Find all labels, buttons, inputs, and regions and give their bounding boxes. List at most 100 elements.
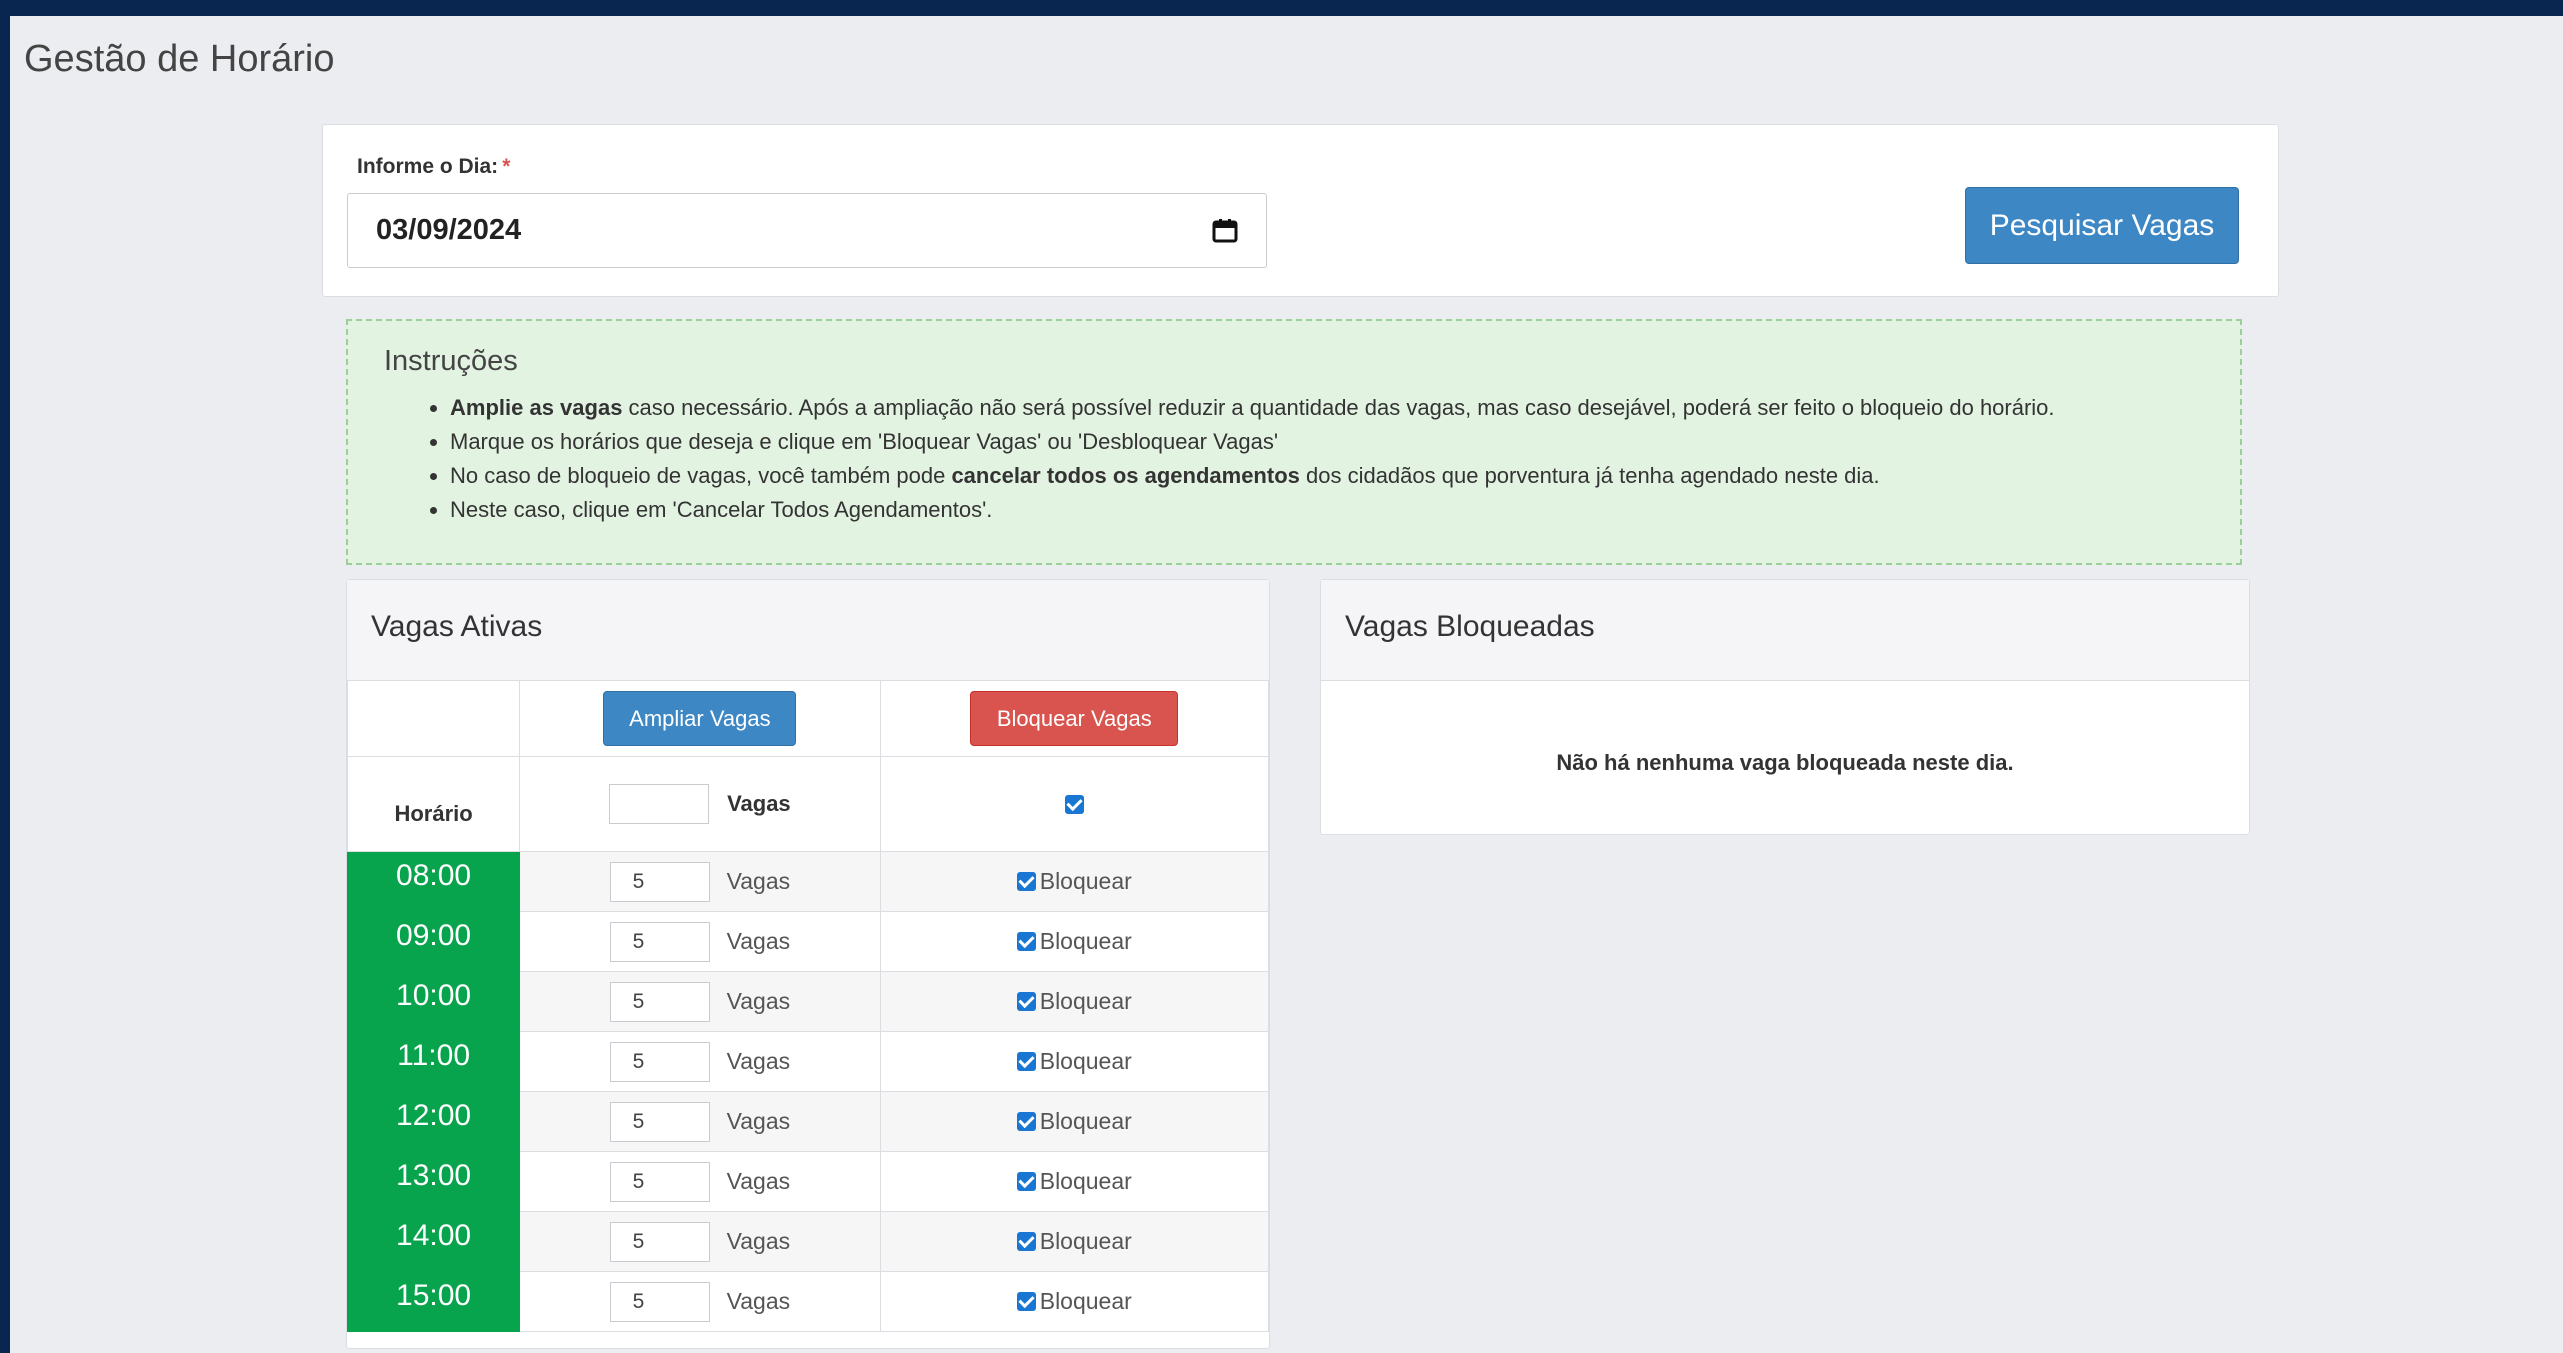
bloquear-checkbox[interactable]	[1016, 1052, 1036, 1071]
vagas-cell: 5 Vagas	[519, 1151, 881, 1212]
bloquear-label: Bloquear	[1039, 988, 1132, 1014]
date-value: 03/09/2024	[376, 214, 522, 246]
vagas-input[interactable]: 5	[609, 1221, 710, 1262]
block-cell: Bloquear	[879, 971, 1270, 1032]
vagas-label: Vagas	[726, 1168, 791, 1194]
vagas-table: Ampliar Vagas Bloquear Vagas Horário Vag…	[346, 680, 1270, 1332]
vagas-label: Vagas	[726, 1108, 791, 1134]
bloquear-checkbox[interactable]	[1016, 992, 1036, 1011]
table-row: 15:00 5 Vagas Bloquear	[346, 1271, 1270, 1332]
block-cell: Bloquear	[879, 1091, 1270, 1152]
instructions-title: Instruções	[384, 345, 518, 377]
time-label: 09:00	[396, 919, 472, 952]
block-cell: Bloquear	[879, 1271, 1270, 1332]
time-label: 14:00	[396, 1219, 472, 1252]
vagas-cell: 5 Vagas	[519, 971, 881, 1032]
table-row: 08:00 5 Vagas Bloquear	[346, 851, 1270, 912]
vagas-input[interactable]: 5	[609, 1101, 710, 1142]
vagas-cell: 5 Vagas	[519, 1271, 881, 1332]
search-vagas-button[interactable]: Pesquisar Vagas	[1965, 187, 2239, 264]
bloquear-checkbox[interactable]	[1016, 872, 1036, 891]
bloquear-label: Bloquear	[1039, 1048, 1132, 1074]
time-cell: 12:00	[346, 1091, 521, 1152]
panel-header: Vagas Bloqueadas	[1321, 580, 2249, 681]
vagas-label: Vagas	[726, 1228, 791, 1254]
bloquear-label: Bloquear	[1039, 1108, 1132, 1134]
time-label: 08:00	[396, 859, 472, 892]
instruction-text: No caso de bloqueio de vagas, você també…	[450, 463, 952, 488]
time-cell: 10:00	[346, 971, 521, 1032]
time-cell: 13:00	[346, 1151, 521, 1212]
bloquear-label: Bloquear	[1039, 1288, 1132, 1314]
instruction-item: Amplie as vagas caso necessário. Após a …	[450, 391, 2055, 425]
vagas-label: Vagas	[726, 988, 791, 1014]
instruction-item: Neste caso, clique em 'Cancelar Todos Ag…	[450, 493, 2055, 527]
blocked-vagas-panel: Vagas Bloqueadas Não há nenhuma vaga blo…	[1320, 579, 2250, 835]
table-row: 13:00 5 Vagas Bloquear	[346, 1151, 1270, 1212]
time-label: 15:00	[396, 1279, 472, 1312]
bloquear-cell: Bloquear Vagas	[879, 680, 1270, 757]
instruction-item: No caso de bloqueio de vagas, você també…	[450, 459, 2055, 493]
block-cell: Bloquear	[879, 1031, 1270, 1092]
page-container: Gestão de Horário Informe o Dia: * 03/09/…	[10, 16, 2563, 1353]
time-label: 13:00	[396, 1159, 472, 1192]
vagas-input[interactable]: 5	[609, 1281, 710, 1322]
time-cell: 15:00	[346, 1271, 521, 1332]
bloquear-checkbox[interactable]	[1016, 1172, 1036, 1191]
active-vagas-panel: Vagas Ativas Ampliar Vagas Bloquear Vaga…	[346, 579, 1270, 1349]
instruction-text: Marque os horários que deseja e clique e…	[450, 429, 1279, 454]
select-all-checkbox[interactable]	[1064, 794, 1084, 814]
panel-header: Vagas Ativas	[347, 580, 1269, 681]
bloquear-label: Bloquear	[1039, 1168, 1132, 1194]
bulk-vagas-input[interactable]	[609, 784, 710, 824]
time-cell: 14:00	[346, 1211, 521, 1272]
time-label: 12:00	[396, 1099, 472, 1132]
time-label: 11:00	[397, 1039, 471, 1072]
vagas-input[interactable]: 5	[609, 921, 710, 962]
bloquear-checkbox[interactable]	[1016, 1232, 1036, 1251]
instructions-box: Instruções Amplie as vagas caso necessár…	[346, 319, 2242, 565]
block-cell: Bloquear	[879, 1151, 1270, 1212]
time-cell: 08:00	[346, 851, 521, 912]
bloquear-checkbox[interactable]	[1016, 1112, 1036, 1131]
block-cell: Bloquear	[879, 1211, 1270, 1272]
vagas-cell: 5 Vagas	[519, 1031, 881, 1092]
bloquear-checkbox[interactable]	[1016, 932, 1036, 951]
empty-message: Não há nenhuma vaga bloqueada neste dia.	[1556, 750, 2014, 775]
table-row: 10:00 5 Vagas Bloquear	[346, 971, 1270, 1032]
table-action-row: Ampliar Vagas Bloquear Vagas	[346, 680, 1270, 757]
vagas-cell: 5 Vagas	[519, 911, 881, 972]
calendar-icon[interactable]	[1212, 218, 1238, 243]
time-cell: 09:00	[346, 911, 521, 972]
page-title: Gestão de Horário	[24, 38, 335, 80]
date-input[interactable]: 03/09/2024	[347, 193, 1267, 268]
vagas-label: Vagas	[726, 1048, 791, 1074]
table-header-row: Horário Vagas	[346, 756, 1270, 852]
bloquear-vagas-button[interactable]: Bloquear Vagas	[970, 691, 1179, 746]
table-row: 12:00 5 Vagas Bloquear	[346, 1091, 1270, 1152]
vagas-input[interactable]: 5	[609, 1161, 710, 1202]
panel-title: Vagas Bloqueadas	[1345, 610, 1595, 643]
block-cell: Bloquear	[879, 851, 1270, 912]
vagas-input[interactable]: 5	[609, 981, 710, 1022]
vagas-input[interactable]: 5	[609, 861, 710, 902]
ampliar-cell: Ampliar Vagas	[519, 680, 881, 757]
vagas-header-cell: Vagas	[519, 756, 881, 852]
table-row: 14:00 5 Vagas Bloquear	[346, 1211, 1270, 1272]
block-cell: Bloquear	[879, 911, 1270, 972]
ampliar-vagas-button[interactable]: Ampliar Vagas	[603, 691, 797, 746]
instruction-bold: Amplie as vagas	[450, 395, 623, 420]
bloquear-label: Bloquear	[1039, 868, 1132, 894]
instructions-list: Amplie as vagas caso necessário. Após a …	[396, 391, 2055, 527]
vagas-input[interactable]: 5	[609, 1041, 710, 1082]
vagas-cell: 5 Vagas	[519, 1091, 881, 1152]
vagas-cell: 5 Vagas	[519, 1211, 881, 1272]
bloquear-checkbox[interactable]	[1016, 1292, 1036, 1311]
instruction-item: Marque os horários que deseja e clique e…	[450, 425, 2055, 459]
select-all-cell	[879, 756, 1270, 852]
vagas-label: Vagas	[726, 1288, 791, 1314]
bloquear-label: Bloquear	[1039, 928, 1132, 954]
horario-header: Horário	[346, 756, 521, 852]
table-row: 11:00 5 Vagas Bloquear	[346, 1031, 1270, 1092]
panel-title: Vagas Ativas	[371, 610, 543, 643]
